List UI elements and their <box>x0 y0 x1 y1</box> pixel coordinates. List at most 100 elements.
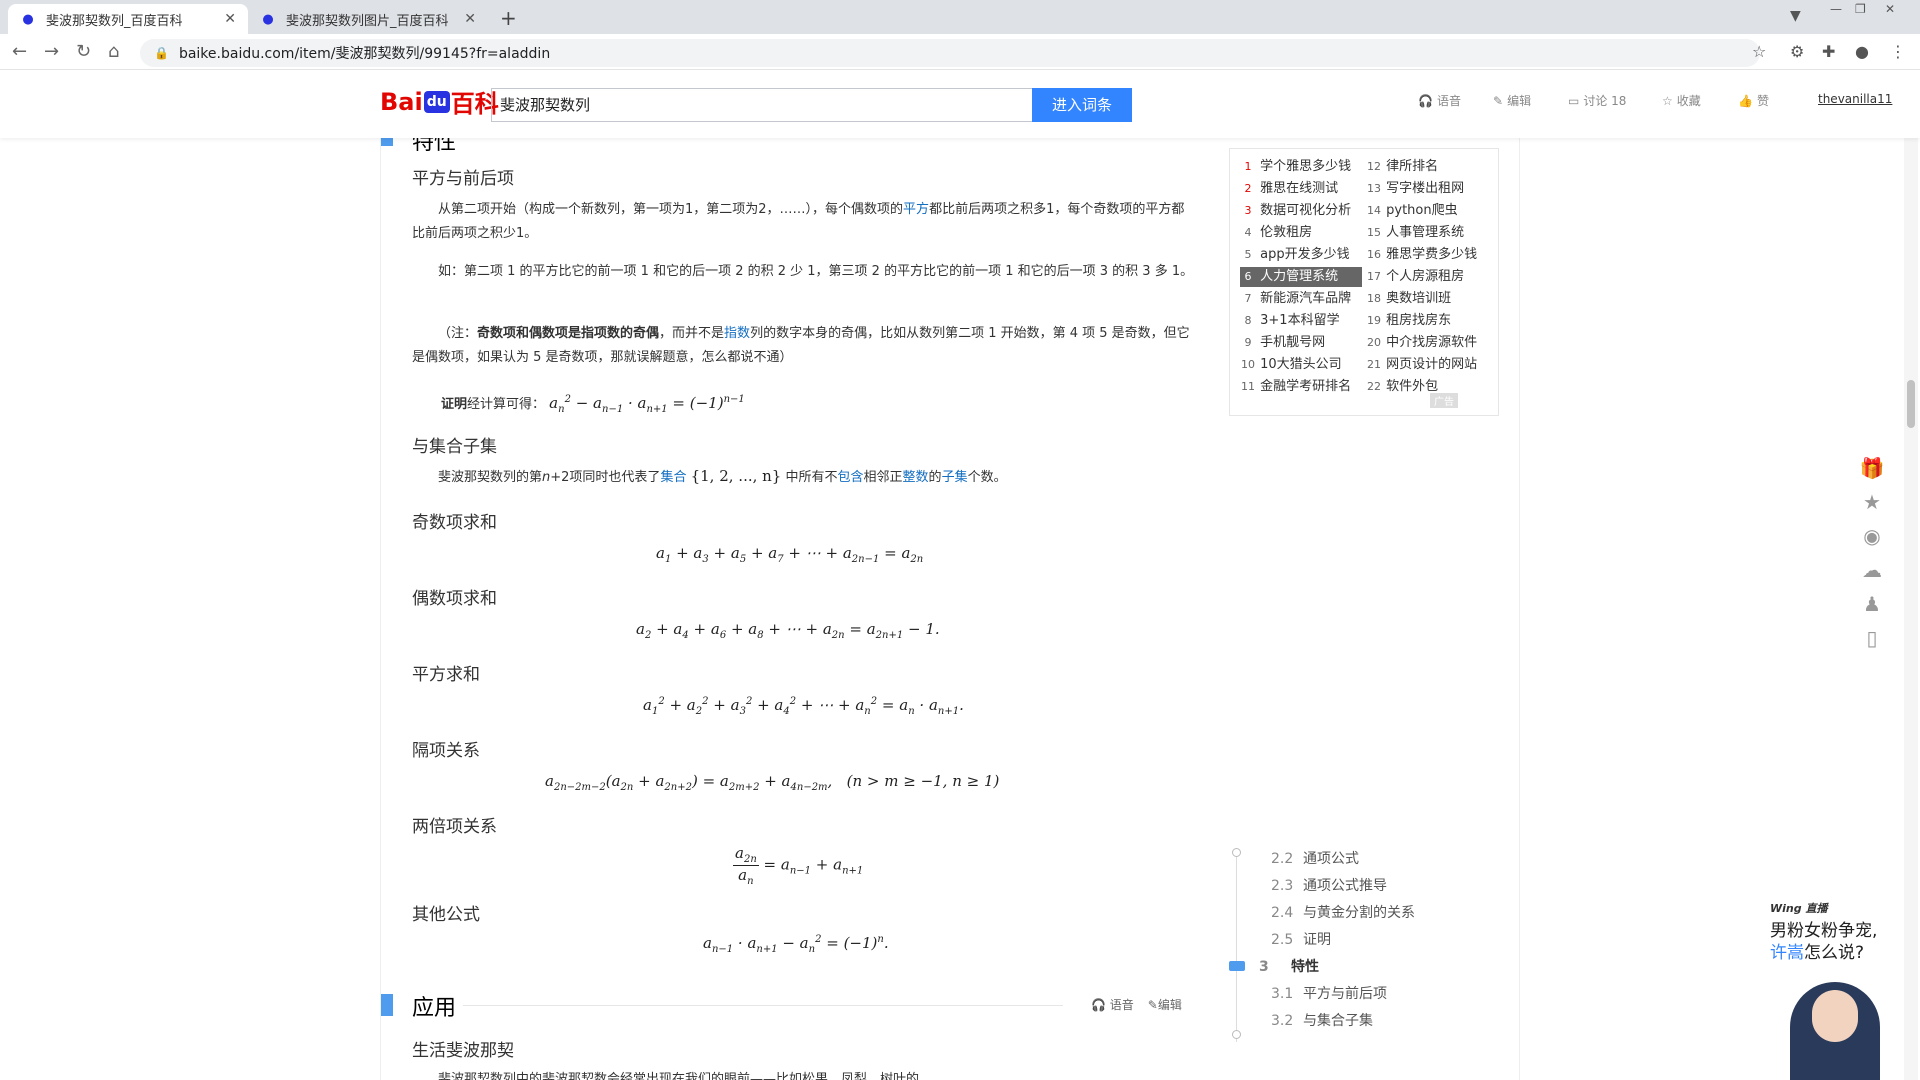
catalog-label: 通项公式 <box>1303 851 1359 867</box>
browser-tabbar: ● 斐波那契数列_百度百科 ✕ ● 斐波那契数列图片_百度百科 ✕ + ▼ — … <box>0 0 1920 34</box>
comment-icon: ▭ <box>1568 93 1580 108</box>
link-exponent[interactable]: 指数 <box>724 326 750 341</box>
link-contain[interactable]: 包含 <box>838 470 864 485</box>
star-icon[interactable]: ★ <box>1858 490 1886 524</box>
home-icon[interactable]: ⌂ <box>108 41 119 62</box>
minimize-icon[interactable]: — <box>1830 2 1842 16</box>
ad-link[interactable]: 16 雅思学费多少钱 <box>1366 245 1477 265</box>
profile-dropdown-icon[interactable]: ▼ <box>1790 8 1801 24</box>
ad-link[interactable]: 11 金融学考研排名 <box>1240 377 1351 397</box>
voice-button[interactable]: 🎧 语音 <box>1091 996 1134 1013</box>
promo-banner[interactable]: Wing 直播 男粉女粉争宠, 许嵩怎么说? <box>1770 900 1920 1080</box>
ad-link[interactable]: 4 伦敦租房 <box>1240 223 1313 243</box>
scroll-thumb[interactable] <box>1907 380 1915 428</box>
catalog-item[interactable]: 2.2 通项公式 <box>1271 848 1359 868</box>
new-tab-button[interactable]: + <box>500 6 517 30</box>
tab-baike-images[interactable]: ● 斐波那契数列图片_百度百科 ✕ <box>248 4 488 34</box>
ad-rank: 17 <box>1367 270 1381 283</box>
catalog-item[interactable]: 2.4 与黄金分割的关系 <box>1271 902 1415 922</box>
link-set[interactable]: 集合 <box>660 470 686 485</box>
ad-link[interactable]: 12 律所排名 <box>1366 157 1438 177</box>
catalog-item[interactable]: 2.5 证明 <box>1271 929 1331 949</box>
edit-button[interactable]: ✎编辑 <box>1148 996 1182 1013</box>
collect-button[interactable]: ☆ 收藏 <box>1662 92 1701 109</box>
promo-name: 许嵩 <box>1770 943 1804 963</box>
subsection-title: 生活斐波那契 <box>412 1041 514 1061</box>
catalog-number: 2.5 <box>1271 932 1294 948</box>
wechat-icon[interactable]: ☁ <box>1858 558 1886 592</box>
ad-link[interactable]: 21 网页设计的网站 <box>1366 355 1477 375</box>
edit-button[interactable]: ✎编辑 <box>1493 92 1531 109</box>
ad-link[interactable]: 22 软件外包 <box>1366 377 1438 397</box>
paw-logo-icon: du <box>423 90 450 113</box>
reload-icon[interactable]: ↻ <box>76 41 91 62</box>
gift-icon[interactable]: 🎁 <box>1858 456 1886 490</box>
formula-set: {1, 2, ..., n} <box>690 467 782 485</box>
catalog-label: 证明 <box>1303 932 1331 948</box>
ad-label: 伦敦租房 <box>1256 225 1313 240</box>
ad-link[interactable]: 8 3+1本科留学 <box>1240 311 1340 331</box>
weibo-icon[interactable]: ◉ <box>1858 524 1886 558</box>
discuss-button[interactable]: ▭ 讨论 18 <box>1568 92 1626 109</box>
subsection-title: 与集合子集 <box>412 437 497 457</box>
back-icon[interactable]: ← <box>12 41 27 62</box>
ad-link[interactable]: 13 写字楼出租网 <box>1366 179 1464 199</box>
forward-icon[interactable]: → <box>44 41 59 62</box>
catalog-item[interactable]: 3.1 平方与前后项 <box>1271 983 1387 1003</box>
enter-entry-button[interactable]: 进入词条 <box>1032 88 1132 122</box>
star-icon: ☆ <box>1662 93 1673 108</box>
ad-link[interactable]: 1 学个雅思多少钱 <box>1240 157 1352 177</box>
restore-icon[interactable]: ❐ <box>1855 2 1866 16</box>
ad-rank: 18 <box>1367 292 1381 305</box>
user-link[interactable]: thevanilla11 <box>1818 92 1892 106</box>
ad-link[interactable]: 9 手机靓号网 <box>1240 333 1326 353</box>
profile-icon[interactable]: ● <box>1855 42 1869 61</box>
ad-link[interactable]: 6 人力管理系统 <box>1240 267 1362 287</box>
ad-link[interactable]: 14 python爬虫 <box>1366 201 1458 221</box>
catalog-line <box>1236 852 1237 1042</box>
link-subset[interactable]: 子集 <box>942 470 968 485</box>
ad-link[interactable]: 5 app开发多少钱 <box>1240 245 1350 265</box>
phone-icon[interactable]: ▯ <box>1858 626 1886 660</box>
extension-icon[interactable]: ⚙ <box>1790 42 1804 61</box>
menu-icon[interactable]: ⋮ <box>1890 42 1906 61</box>
proof-label: 证明 <box>441 397 468 412</box>
catalog-item[interactable]: 3.2 与集合子集 <box>1271 1010 1373 1030</box>
voice-label: 语音 <box>1436 94 1461 108</box>
address-bar[interactable]: 🔒 baike.baidu.com/item/斐波那契数列/99145?fr=a… <box>140 39 1760 67</box>
link-integer[interactable]: 整数 <box>903 470 929 485</box>
ad-link[interactable]: 10 10大猎头公司 <box>1240 355 1342 375</box>
ad-link[interactable]: 18 奥数培训班 <box>1366 289 1451 309</box>
link-square[interactable]: 平方 <box>903 202 929 217</box>
ad-link[interactable]: 19 租房找房东 <box>1366 311 1451 331</box>
page-scrollbar[interactable] <box>1904 138 1918 1080</box>
paragraph: （注：奇数项和偶数项是指项数的奇偶，而并不是指数列的数字本身的奇偶，比如从数列第… <box>412 322 1194 370</box>
close-icon[interactable]: ✕ <box>224 11 236 27</box>
ad-link[interactable]: 17 个人房源租房 <box>1366 267 1464 287</box>
qq-icon[interactable]: ♟ <box>1858 592 1886 626</box>
baike-logo[interactable]: Bai du 百科 <box>380 84 499 119</box>
search-input[interactable]: 斐波那契数列 <box>491 88 1032 122</box>
catalog-item[interactable]: 3 特性 <box>1259 956 1319 976</box>
ad-link[interactable]: 3 数据可视化分析 <box>1240 201 1352 221</box>
bold-text: 奇数项和偶数项是指项数的奇偶 <box>477 326 660 341</box>
ad-rank: 10 <box>1241 358 1255 371</box>
catalog-number: 3.2 <box>1271 1013 1294 1029</box>
puzzle-icon[interactable]: ✚ <box>1822 42 1835 61</box>
ad-link[interactable]: 20 中介找房源软件 <box>1366 333 1477 353</box>
like-button[interactable]: 👍 赞 <box>1738 92 1769 109</box>
catalog: 2.2 通项公式 2.3 通项公式推导 2.4 与黄金分割的关系 2.5 证明 3 特性 3.1 平方… <box>1229 840 1499 1042</box>
window-close-icon[interactable]: ✕ <box>1885 2 1895 16</box>
formula-odd-sum: a1 + a3 + a5 + a7 + ⋯ + a2n−1 = a2n <box>656 544 924 565</box>
ad-rank: 3 <box>1244 204 1252 217</box>
ad-link[interactable]: 15 人事管理系统 <box>1366 223 1464 243</box>
bookmark-star-icon[interactable]: ☆ <box>1752 42 1766 61</box>
catalog-number: 2.3 <box>1271 878 1294 894</box>
catalog-item[interactable]: 2.3 通项公式推导 <box>1271 875 1387 895</box>
voice-button[interactable]: 🎧 语音 <box>1418 92 1461 109</box>
close-icon[interactable]: ✕ <box>464 11 476 27</box>
ad-link[interactable]: 7 新能源汽车品牌 <box>1240 289 1352 309</box>
ad-link[interactable]: 2 雅思在线测试 <box>1240 179 1339 199</box>
tab-baike[interactable]: ● 斐波那契数列_百度百科 ✕ <box>8 4 248 34</box>
subsection-title: 其他公式 <box>412 905 480 925</box>
